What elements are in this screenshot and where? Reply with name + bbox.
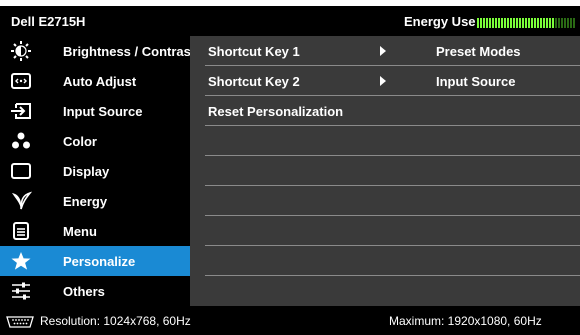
osd-menu: Dell E2715H Energy Use Brightness / Cont… (0, 0, 580, 335)
personalize-panel: Shortcut Key 1 Preset Modes Shortcut Key… (190, 36, 580, 306)
energy-use-label: Energy Use (404, 14, 476, 29)
energy-meter-tick (480, 18, 482, 28)
energy-meter-tick (489, 18, 491, 28)
sliders-icon (10, 281, 32, 301)
shortcut-key-2-value: Input Source (436, 74, 516, 89)
shortcut-key-1-label: Shortcut Key 1 (208, 44, 300, 59)
energy-meter-tick (513, 18, 515, 28)
energy-meter-tick (525, 18, 527, 28)
energy-meter-tick (486, 18, 488, 28)
energy-meter-tick (570, 18, 572, 28)
sidebar-item-others[interactable]: Others (0, 276, 190, 306)
arrow-right-icon (380, 46, 386, 56)
energy-meter-tick (537, 18, 539, 28)
energy-meter-tick (546, 18, 548, 28)
energy-meter-tick (483, 18, 485, 28)
star-icon (10, 251, 32, 271)
sidebar-item-auto-adjust[interactable]: Auto Adjust (0, 66, 190, 96)
sidebar-item-color[interactable]: Color (0, 126, 190, 156)
input-source-icon (10, 101, 32, 121)
input-connector-icon (6, 315, 34, 328)
sidebar-item-label: Personalize (63, 254, 136, 269)
reset-personalization-label: Reset Personalization (208, 104, 344, 119)
auto-adjust-icon (10, 71, 32, 91)
energy-meter-tick (558, 18, 560, 28)
sidebar-item-label: Menu (63, 224, 97, 239)
energy-meter-tick (519, 18, 521, 28)
sidebar-item-energy[interactable]: Energy (0, 186, 190, 216)
display-icon (10, 161, 32, 181)
sidebar-item-label: Display (63, 164, 110, 179)
shortcut-key-1-value: Preset Modes (436, 44, 521, 59)
sidebar-item-label: Brightness / Contrast (63, 44, 196, 59)
energy-meter-tick (555, 18, 557, 28)
sidebar-item-label: Others (63, 284, 105, 299)
energy-meter-tick (516, 18, 518, 28)
energy-meter-tick (498, 18, 500, 28)
energy-meter-tick (564, 18, 566, 28)
current-resolution: Resolution: 1024x768, 60Hz (40, 314, 191, 328)
energy-meter-tick (534, 18, 536, 28)
sidebar: Brightness / Contrast Auto Adjust Input … (0, 36, 195, 306)
sidebar-item-label: Color (63, 134, 97, 149)
sidebar-item-input-source[interactable]: Input Source (0, 96, 190, 126)
osd-header: Dell E2715H Energy Use (0, 6, 580, 36)
empty-row (190, 216, 580, 246)
energy-meter-tick (567, 18, 569, 28)
shortcut-key-1-row[interactable]: Shortcut Key 1 Preset Modes (190, 36, 580, 66)
energy-meter-tick (540, 18, 542, 28)
empty-row (190, 246, 580, 276)
energy-meter-tick (501, 18, 503, 28)
divider (205, 275, 580, 276)
energy-meter-tick (552, 18, 554, 28)
energy-meter-tick (573, 18, 575, 28)
arrow-right-icon (380, 76, 386, 86)
maximum-resolution: Maximum: 1920x1080, 60Hz (389, 314, 542, 328)
reset-personalization-row[interactable]: Reset Personalization (190, 96, 580, 126)
osd-footer: Resolution: 1024x768, 60Hz Maximum: 1920… (0, 306, 580, 335)
energy-meter-tick (522, 18, 524, 28)
sidebar-item-brightness-contrast[interactable]: Brightness / Contrast (0, 36, 195, 66)
sidebar-item-label: Energy (63, 194, 108, 209)
energy-meter-tick (528, 18, 530, 28)
menu-icon (10, 221, 32, 241)
shortcut-key-2-label: Shortcut Key 2 (208, 74, 300, 89)
sidebar-item-personalize[interactable]: Personalize (0, 246, 190, 276)
energy-leaf-icon (10, 191, 32, 211)
empty-row (190, 186, 580, 216)
sidebar-item-label: Input Source (63, 104, 143, 119)
energy-meter-tick (477, 18, 479, 28)
shortcut-key-2-row[interactable]: Shortcut Key 2 Input Source (190, 66, 580, 96)
energy-meter-tick (492, 18, 494, 28)
energy-meter-tick (531, 18, 533, 28)
energy-meter-tick (561, 18, 563, 28)
energy-meter-tick (504, 18, 506, 28)
empty-row (190, 156, 580, 186)
color-icon (10, 131, 32, 151)
brightness-icon (10, 41, 32, 61)
energy-meter-tick (495, 18, 497, 28)
energy-meter-tick (543, 18, 545, 28)
sidebar-item-menu[interactable]: Menu (0, 216, 190, 246)
sidebar-item-display[interactable]: Display (0, 156, 190, 186)
energy-meter-tick (507, 18, 509, 28)
sidebar-item-label: Auto Adjust (63, 74, 137, 89)
model-name: Dell E2715H (11, 14, 86, 29)
energy-meter-tick (510, 18, 512, 28)
energy-use-meter (477, 18, 575, 28)
energy-meter-tick (549, 18, 551, 28)
empty-row (190, 126, 580, 156)
